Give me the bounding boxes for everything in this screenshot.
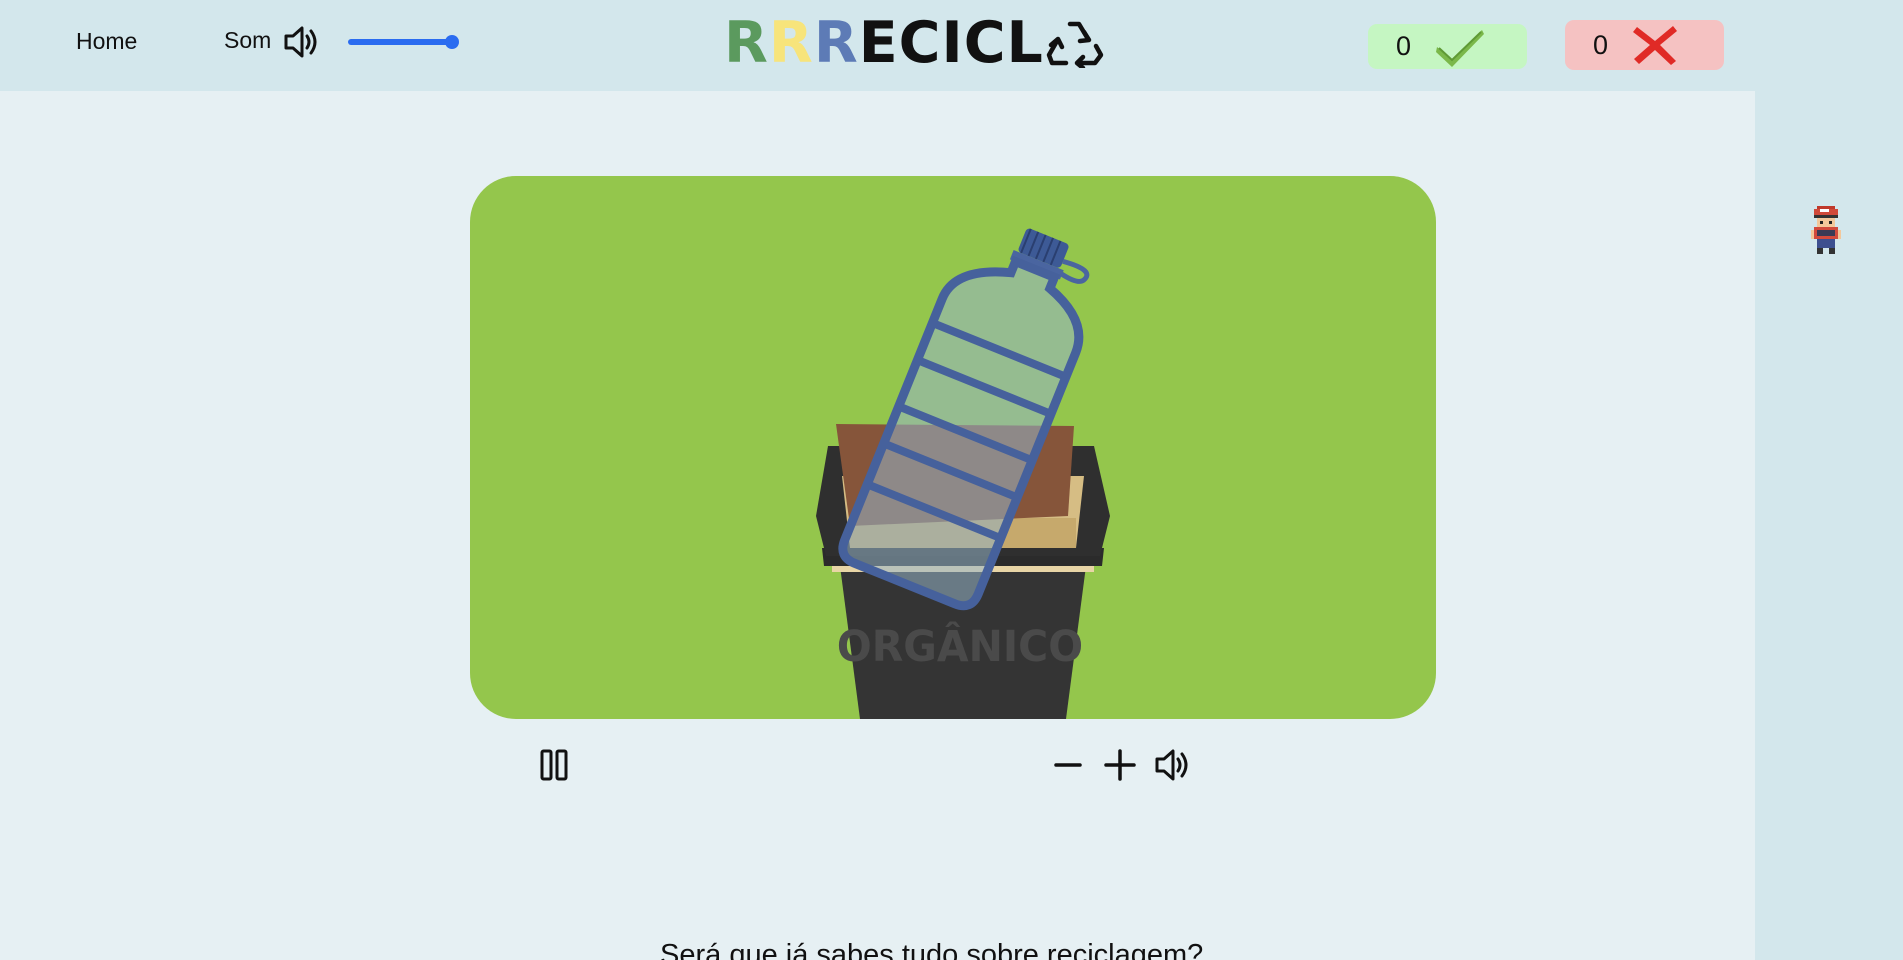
question-heading: Será que já sabes tudo sobre reciclagem?	[0, 938, 1903, 960]
speaker-icon[interactable]	[1153, 745, 1193, 785]
minus-icon[interactable]	[1048, 745, 1088, 785]
pixel-character-icon[interactable]	[1808, 206, 1844, 254]
volume-slider-thumb[interactable]	[445, 35, 459, 49]
app-logo[interactable]: R R R ECICL	[724, 12, 1104, 74]
cross-icon	[1633, 26, 1677, 65]
logo-word: ECICL	[858, 10, 1044, 76]
speaker-icon[interactable]	[282, 23, 322, 61]
correct-score-value: 0	[1396, 31, 1412, 61]
volume-slider-track	[348, 39, 452, 45]
video-stage[interactable]: ORGÂNICO	[470, 176, 1436, 719]
logo-letter-r-blue: R	[813, 10, 859, 76]
sound-label: Som	[224, 27, 272, 53]
logo-letter-r-yellow: R	[768, 10, 814, 76]
correct-score-badge: 0	[1368, 24, 1527, 69]
recycle-icon	[1046, 21, 1104, 68]
plus-icon[interactable]	[1100, 745, 1140, 785]
video-frame: ORGÂNICO	[816, 228, 1110, 719]
question-text: Será que já sabes tudo sobre reciclagem?	[660, 939, 1204, 960]
logo-letter-r-green: R	[724, 10, 769, 76]
check-icon	[1436, 29, 1484, 67]
video-controls-bar	[470, 745, 1436, 785]
wrong-score-badge: 0	[1565, 20, 1724, 70]
wrong-score-value: 0	[1593, 29, 1609, 60]
pause-icon[interactable]	[534, 745, 574, 785]
top-header: Home Som R R R ECICL 0 0	[0, 0, 1903, 91]
nav-home-link[interactable]: Home	[76, 28, 137, 55]
volume-slider[interactable]	[348, 33, 460, 49]
bin-label: ORGÂNICO	[837, 620, 1083, 671]
